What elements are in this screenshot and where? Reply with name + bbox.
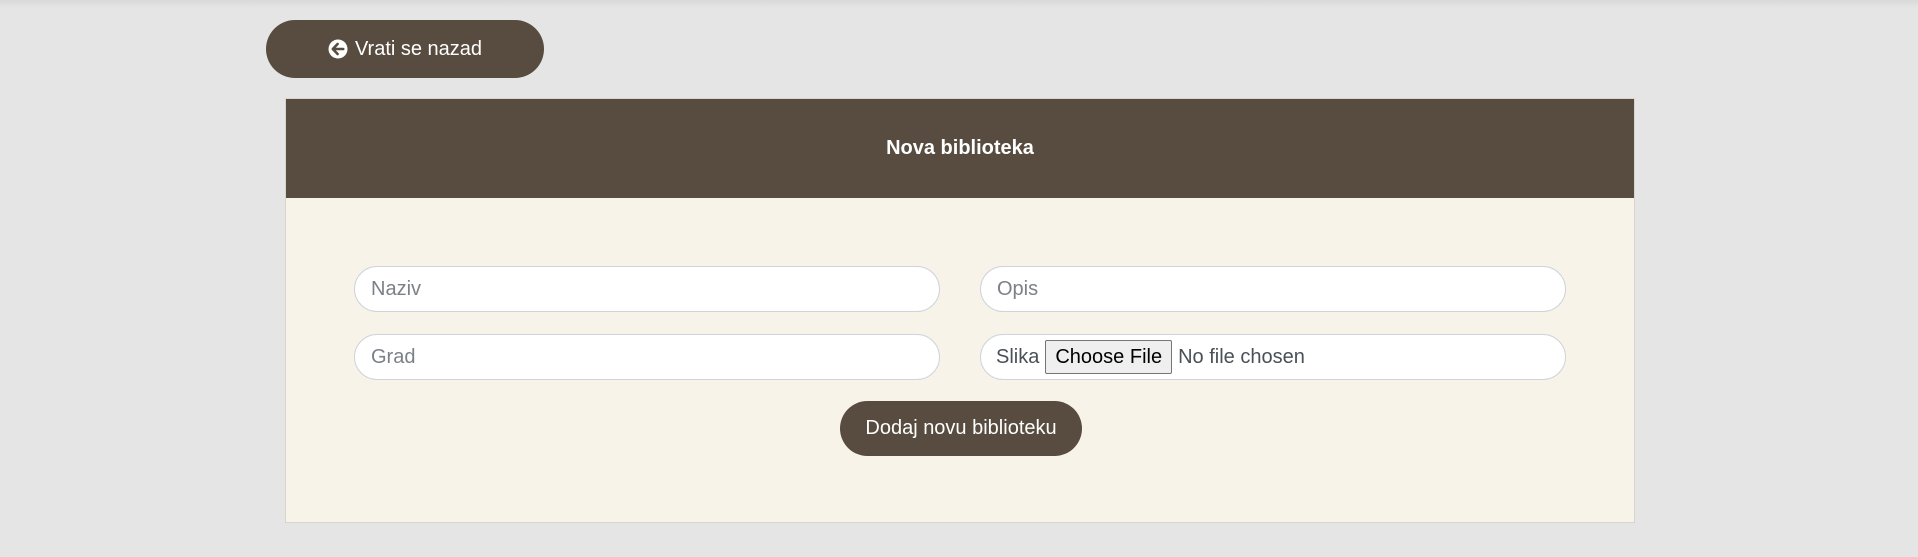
new-library-card: Nova biblioteka Slika Choose File No fil… — [285, 98, 1635, 523]
choose-file-button[interactable]: Choose File — [1045, 340, 1173, 374]
naziv-input[interactable] — [354, 266, 940, 312]
add-library-button[interactable]: Dodaj novu biblioteku — [840, 401, 1082, 456]
opis-input[interactable] — [980, 266, 1566, 312]
top-shade — [0, 0, 1918, 8]
slika-file-field: Slika Choose File No file chosen — [980, 334, 1566, 380]
card-header: Nova biblioteka — [286, 99, 1634, 198]
no-file-text: No file chosen — [1178, 345, 1305, 368]
grad-input[interactable] — [354, 334, 940, 380]
arrow-circle-left-icon — [328, 39, 348, 59]
back-button-label: Vrati se nazad — [354, 37, 483, 60]
back-button[interactable]: Vrati se nazad — [266, 20, 544, 78]
card-title: Nova biblioteka — [886, 137, 1034, 159]
slika-label: Slika — [996, 345, 1040, 368]
